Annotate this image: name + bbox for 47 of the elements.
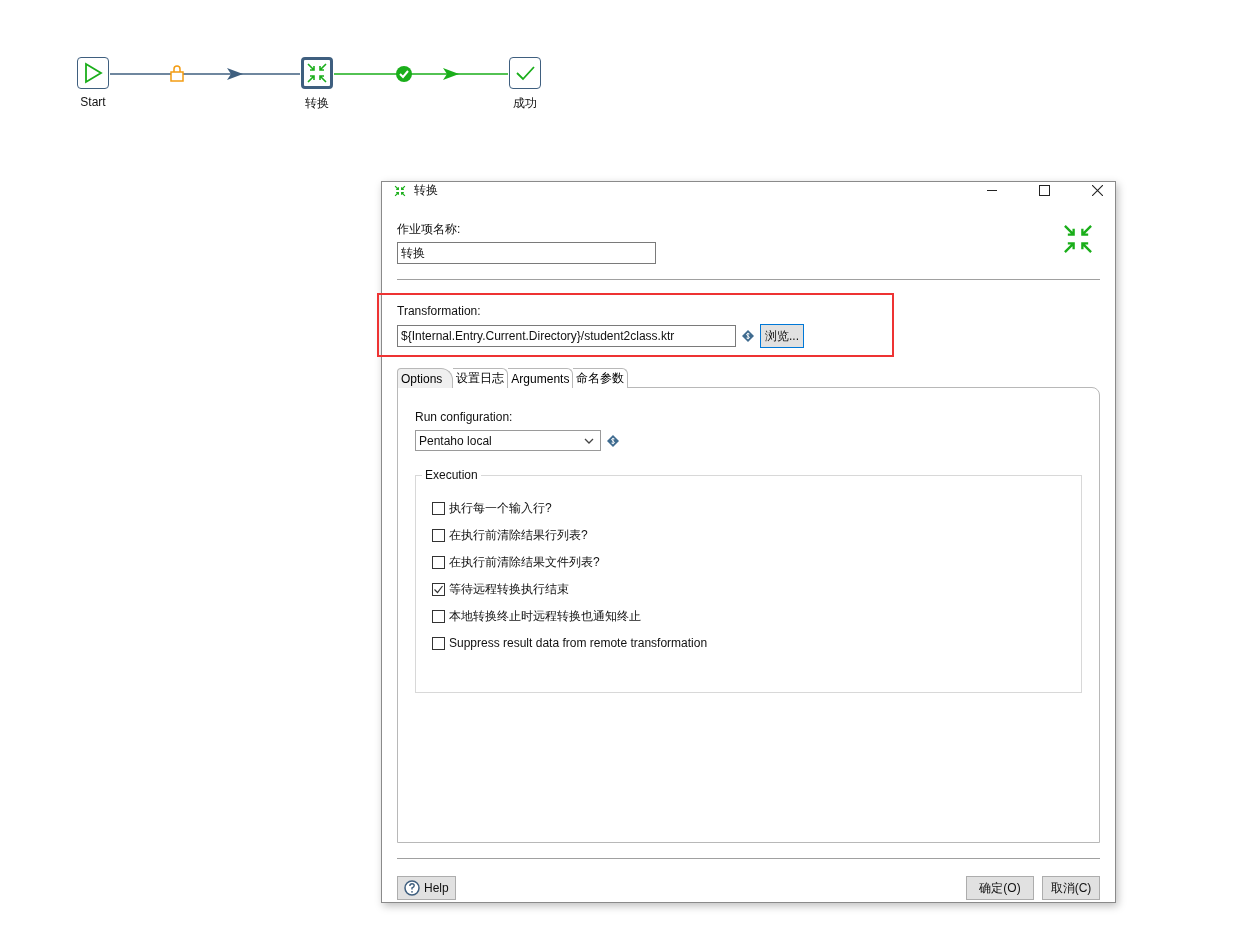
checkbox[interactable] bbox=[432, 555, 445, 569]
tab[interactable]: Options bbox=[397, 368, 454, 388]
job-entry-node[interactable] bbox=[509, 57, 541, 89]
checkbox-label: 等待远程转换执行结束 bbox=[449, 580, 569, 598]
field-label: 作业项名称: bbox=[397, 221, 462, 238]
checkbox-label: Suppress result data from remote transformation bbox=[449, 636, 708, 650]
variable-icon[interactable] bbox=[607, 434, 619, 447]
node-label: 成功 bbox=[513, 95, 537, 112]
transformation-path-field[interactable]: ${Internal.Entry.Current.Directory}/student2class.ktr bbox=[397, 325, 736, 347]
node-label: 转换 bbox=[305, 95, 329, 112]
maximize-icon[interactable] bbox=[1039, 185, 1050, 196]
job-entry-node[interactable] bbox=[77, 57, 109, 89]
help-button[interactable]: Help bbox=[397, 876, 456, 900]
ok-button[interactable]: 确定(O) bbox=[966, 876, 1034, 900]
help-icon bbox=[404, 880, 420, 896]
checkbox-label: 在执行前清除结果文件列表? bbox=[449, 553, 600, 571]
browse-button[interactable]: 浏览... bbox=[760, 324, 804, 348]
compress-arrows-icon bbox=[394, 184, 406, 197]
compress-arrows-icon bbox=[1062, 223, 1094, 255]
job-entry-node[interactable] bbox=[301, 57, 333, 89]
cancel-button[interactable]: 取消(C) bbox=[1042, 876, 1100, 900]
checkbox[interactable] bbox=[432, 636, 445, 650]
checkbox-label: 执行每一个输入行? bbox=[449, 499, 552, 517]
checkbox[interactable] bbox=[432, 609, 445, 623]
run-configuration-dropdown[interactable]: Pentaho local bbox=[415, 430, 601, 451]
tab[interactable]: 设置日志 bbox=[453, 368, 509, 388]
check-circle-icon bbox=[396, 66, 412, 82]
lock-icon bbox=[170, 65, 184, 82]
node-label: Start bbox=[80, 95, 106, 109]
checkbox-label: 本地转换终止时远程转换也通知终止 bbox=[449, 607, 641, 625]
entry-name-field[interactable]: 转换 bbox=[397, 242, 656, 264]
field-label: Run configuration: bbox=[415, 410, 514, 424]
chevron-down-icon bbox=[584, 437, 594, 444]
compress-arrows-icon bbox=[306, 62, 328, 84]
play-icon bbox=[82, 62, 104, 84]
group-title: Execution bbox=[422, 468, 481, 482]
tab[interactable]: Arguments bbox=[508, 368, 574, 388]
minimize-icon[interactable] bbox=[987, 189, 997, 192]
field-label: Transformation: bbox=[397, 304, 482, 318]
checkbox[interactable] bbox=[432, 582, 445, 596]
checkbox[interactable] bbox=[432, 501, 445, 515]
window-title: 转换 bbox=[414, 182, 438, 199]
checkbox[interactable] bbox=[432, 528, 445, 542]
close-icon[interactable] bbox=[1092, 185, 1103, 196]
variable-icon[interactable] bbox=[742, 330, 754, 342]
tab[interactable]: 命名参数 bbox=[573, 368, 629, 388]
checkbox-label: 在执行前清除结果行列表? bbox=[449, 526, 588, 544]
